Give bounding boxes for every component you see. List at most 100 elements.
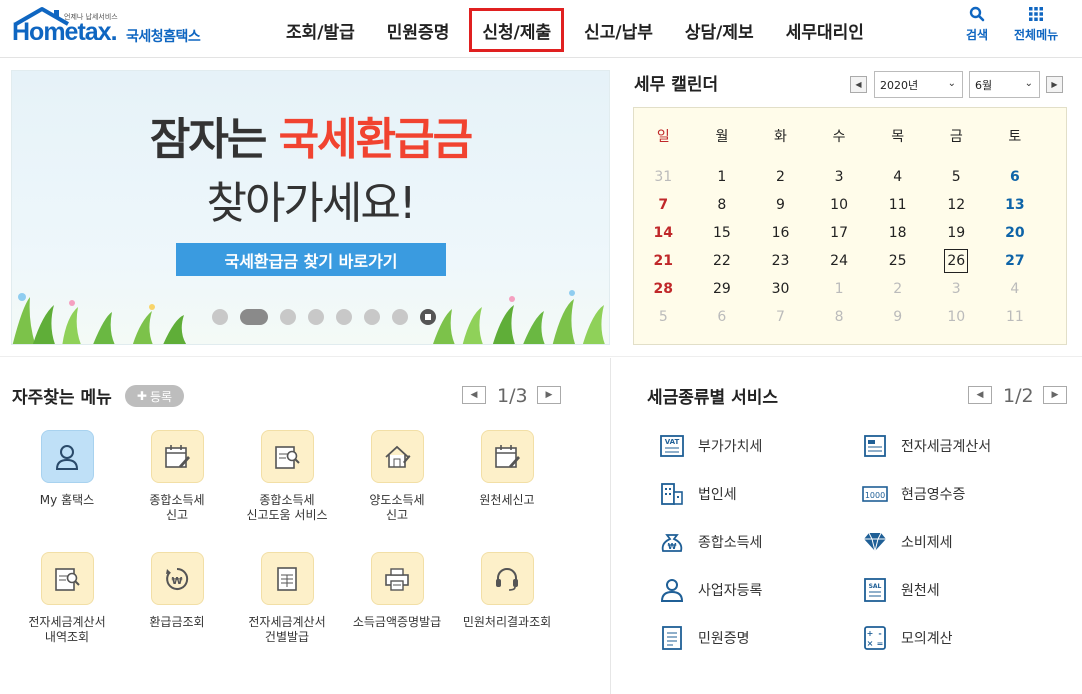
calendar-day[interactable]: 3	[927, 281, 986, 297]
calendar-day-number: 31	[654, 169, 673, 185]
calendar-day[interactable]: 19	[927, 225, 986, 241]
nav-tax-agent[interactable]: 세무대리인	[770, 8, 880, 52]
calendar-day[interactable]: 26	[927, 249, 986, 273]
tax-service-item[interactable]: 사업자등록	[658, 576, 762, 604]
month-select[interactable]: 6월 ⌄	[969, 71, 1040, 98]
nav-civil-certificate[interactable]: 민원증명	[371, 8, 466, 52]
calendar-prev-button[interactable]: ◀	[850, 76, 867, 93]
calendar-day[interactable]: 29	[693, 281, 752, 297]
calendar-day[interactable]: 24	[810, 253, 869, 269]
promo-banner[interactable]: 잠자는 국세환급금 찾아가세요! 국세환급금 찾기 바로가기	[11, 70, 610, 345]
frequent-menu-item[interactable]: 전자세금계산서 건별발급	[232, 552, 342, 645]
calendar-day[interactable]: 1	[810, 281, 869, 297]
calendar-day[interactable]: 15	[693, 225, 752, 241]
calendar-day[interactable]: 6	[986, 169, 1045, 185]
frequent-menu-item[interactable]: 종합소득세 신고도움 서비스	[232, 430, 342, 523]
slide-dot[interactable]	[280, 309, 296, 325]
calendar-day[interactable]: 2	[868, 281, 927, 297]
calendar-day[interactable]: 2	[751, 169, 810, 185]
calendar-day[interactable]: 28	[634, 281, 693, 297]
tax-service-item[interactable]: 법인세	[658, 480, 737, 508]
nav-inquiry-issue[interactable]: 조회/발급	[270, 8, 371, 52]
calendar-day[interactable]: 23	[751, 253, 810, 269]
nav-report-payment[interactable]: 신고/납부	[568, 8, 669, 52]
slide-dot[interactable]	[392, 309, 408, 325]
calendar-day[interactable]: 5	[927, 169, 986, 185]
calendar-day[interactable]: 13	[986, 197, 1045, 213]
slide-dot[interactable]	[308, 309, 324, 325]
find-refund-button[interactable]: 국세환급금 찾기 바로가기	[176, 243, 446, 276]
frequent-menu-item[interactable]: 민원처리결과조회	[452, 552, 562, 630]
calendar-day[interactable]: 31	[634, 169, 693, 185]
slide-dot[interactable]	[212, 309, 228, 325]
favorites-page-indicator: 1/3	[497, 385, 528, 407]
hometax-logo[interactable]: 언제나 납세서비스 Hometax. 국세청홈택스	[10, 4, 210, 52]
frequent-menu-label: 종합소득세 신고도움 서비스	[246, 493, 328, 522]
frequent-menu-item[interactable]: 종합소득세 신고	[122, 430, 232, 523]
calendar-day[interactable]: 10	[810, 197, 869, 213]
slide-dot[interactable]	[336, 309, 352, 325]
user-icon	[40, 430, 94, 483]
calendar-day[interactable]: 18	[868, 225, 927, 241]
calendar-day[interactable]: 8	[810, 309, 869, 325]
frequent-menu-label: My 홈택스	[39, 493, 95, 507]
tax-service-item[interactable]: ₩ 종합소득세	[658, 528, 762, 556]
slide-dot[interactable]	[364, 309, 380, 325]
calendar-day[interactable]: 7	[634, 197, 693, 213]
frequent-menu-item[interactable]: My 홈택스	[12, 430, 122, 508]
tax-services-prev-button[interactable]: ◀	[968, 386, 992, 404]
tax-service-item[interactable]: 민원증명	[658, 624, 750, 652]
calendar-day[interactable]: 3	[810, 169, 869, 185]
calendar-day[interactable]: 11	[986, 309, 1045, 325]
all-menu-button[interactable]: 전체메뉴	[1014, 6, 1058, 43]
tax-service-item[interactable]: 1000 현금영수증	[861, 480, 965, 508]
headset-icon	[480, 552, 534, 605]
calendar-day[interactable]: 10	[927, 309, 986, 325]
tax-service-item[interactable]: 전자세금계산서	[861, 432, 991, 460]
tax-services-next-button[interactable]: ▶	[1043, 386, 1067, 404]
calendar-day[interactable]: 9	[751, 197, 810, 213]
favorites-next-button[interactable]: ▶	[537, 386, 561, 404]
calendar-day[interactable]: 11	[868, 197, 927, 213]
register-menu-button[interactable]: ✚ 등록	[125, 385, 184, 407]
calendar-day[interactable]: 1	[693, 169, 752, 185]
calendar-next-button[interactable]: ▶	[1046, 76, 1063, 93]
register-label: 등록	[149, 389, 173, 404]
frequent-menu-item[interactable]: ₩ 환급금조회	[122, 552, 232, 630]
vat-icon: VAT	[658, 432, 686, 460]
calendar-day[interactable]: 30	[751, 281, 810, 297]
tax-calendar-title: 세무 캘린더	[634, 75, 719, 95]
calendar-day[interactable]: 25	[868, 253, 927, 269]
calendar-day[interactable]: 16	[751, 225, 810, 241]
calendar-day[interactable]: 21	[634, 253, 693, 269]
tax-service-item[interactable]: 소비제세	[861, 528, 953, 556]
calendar-day[interactable]: 9	[868, 309, 927, 325]
calendar-day[interactable]: 8	[693, 197, 752, 213]
slide-stop-button[interactable]	[420, 309, 436, 325]
slide-dot[interactable]	[240, 309, 268, 325]
tax-service-item[interactable]: VAT 부가가치세	[658, 432, 762, 460]
tax-service-label: 원천세	[901, 583, 940, 599]
nav-consult-tip[interactable]: 상담/제보	[669, 8, 770, 52]
calendar-day[interactable]: 14	[634, 225, 693, 241]
calendar-day[interactable]: 27	[986, 253, 1045, 269]
calendar-day[interactable]: 4	[868, 169, 927, 185]
nav-apply-submit[interactable]: 신청/제출	[469, 8, 565, 52]
calendar-day[interactable]: 6	[693, 309, 752, 325]
year-select[interactable]: 2020년 ⌄	[874, 71, 963, 98]
search-button[interactable]: 검색	[966, 6, 988, 43]
tax-service-item[interactable]: + - × = 모의계산	[861, 624, 953, 652]
frequent-menu-item[interactable]: 원천세신고	[452, 430, 562, 508]
frequent-menu-item[interactable]: 양도소득세 신고	[342, 430, 452, 523]
frequent-menu-item[interactable]: 전자세금계산서 내역조회	[12, 552, 122, 645]
calendar-day[interactable]: 17	[810, 225, 869, 241]
calendar-day[interactable]: 4	[986, 281, 1045, 297]
favorites-prev-button[interactable]: ◀	[462, 386, 486, 404]
calendar-day[interactable]: 7	[751, 309, 810, 325]
calendar-day[interactable]: 20	[986, 225, 1045, 241]
calendar-day[interactable]: 12	[927, 197, 986, 213]
frequent-menu-item[interactable]: 소득금액증명발급	[342, 552, 452, 630]
calendar-day[interactable]: 22	[693, 253, 752, 269]
tax-service-item[interactable]: SAL 원천세	[861, 576, 940, 604]
calendar-day[interactable]: 5	[634, 309, 693, 325]
